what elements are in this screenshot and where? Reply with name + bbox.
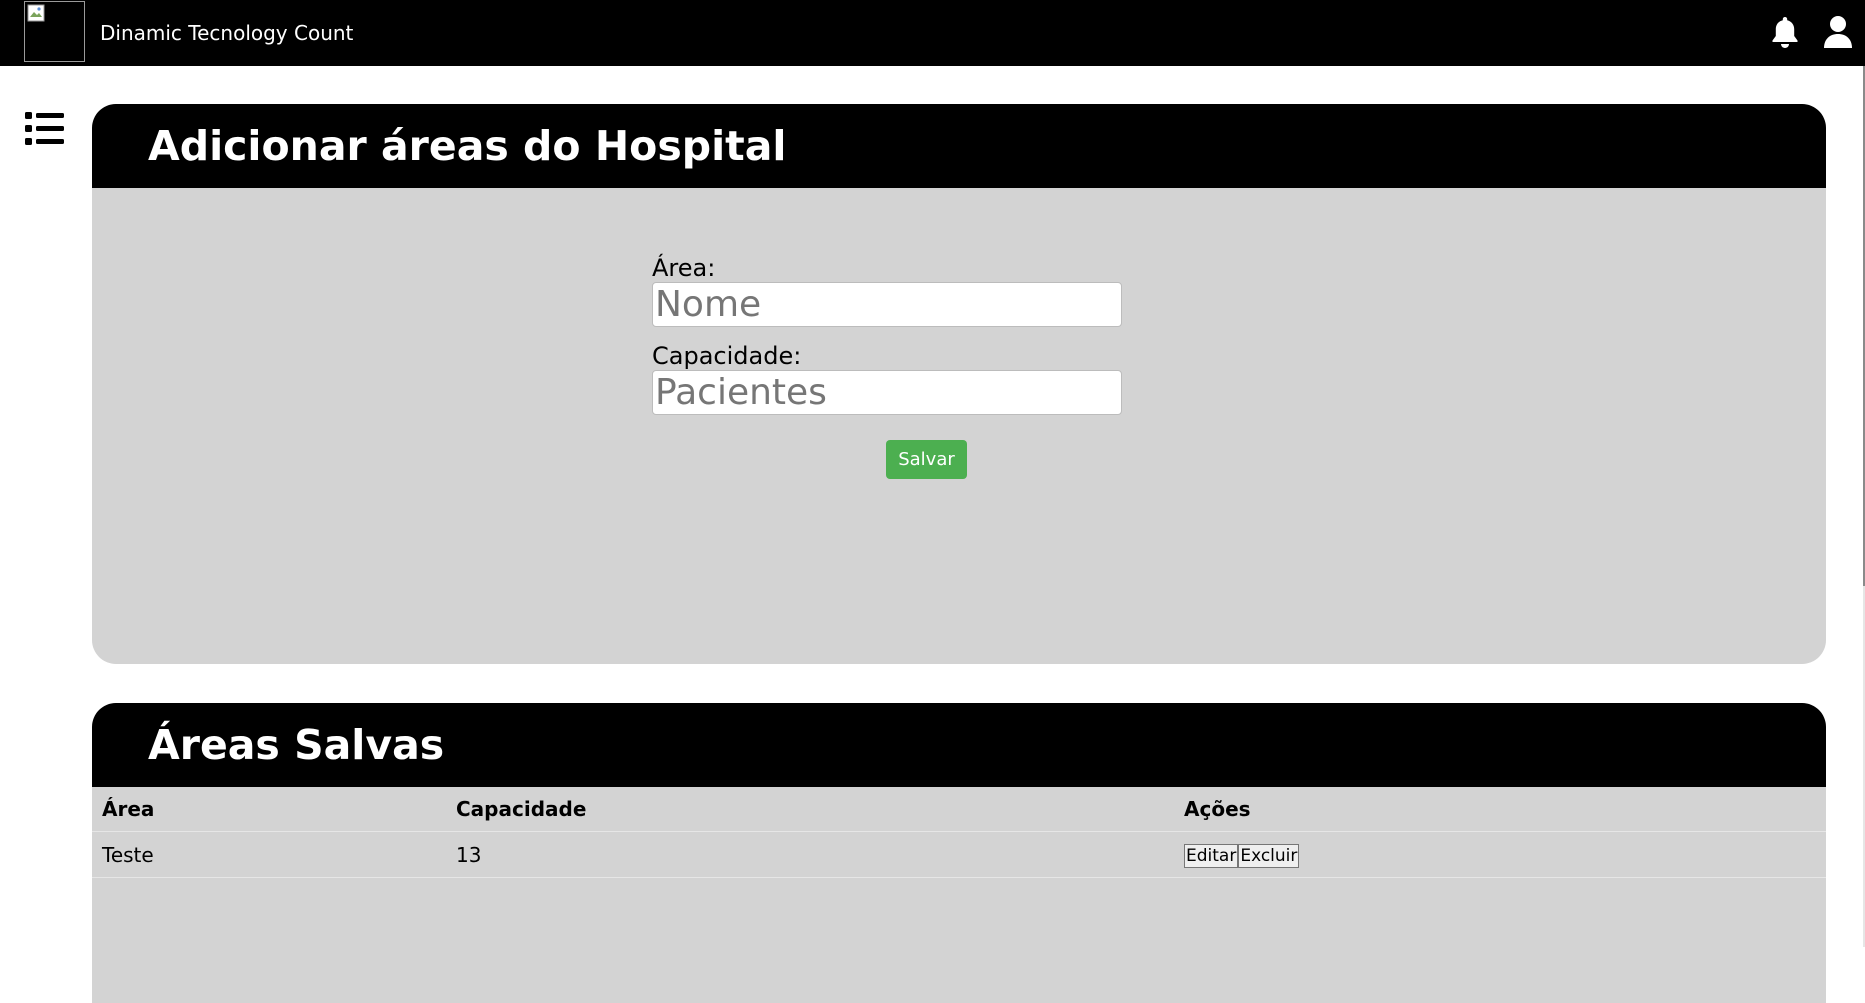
column-header-area: Área: [92, 787, 446, 832]
capacity-label: Capacidade:: [652, 342, 802, 370]
saved-areas-table: Área Capacidade Ações Teste 13 Editar Exc…: [92, 787, 1826, 878]
area-name-input[interactable]: [652, 282, 1122, 327]
saved-areas-title: Áreas Salvas: [148, 721, 445, 769]
add-area-header: Adicionar áreas do Hospital: [92, 104, 1826, 188]
column-header-actions: Ações: [1174, 787, 1826, 832]
edit-button[interactable]: Editar: [1184, 843, 1239, 868]
top-navbar: Dinamic Tecnology Count: [0, 0, 1865, 66]
broken-image-icon: [27, 4, 45, 22]
add-area-card: Adicionar áreas do Hospital Área: Capaci…: [92, 104, 1826, 664]
bell-icon[interactable]: [1770, 15, 1800, 49]
table-header-row: Área Capacidade Ações: [92, 787, 1826, 832]
user-icon[interactable]: [1822, 15, 1854, 49]
saved-areas-header: Áreas Salvas: [92, 703, 1826, 787]
saved-areas-card: Áreas Salvas Área Capacidade Ações Teste…: [92, 703, 1826, 1003]
list-icon[interactable]: [25, 112, 65, 146]
row-actions-cell: Editar Excluir: [1174, 831, 1826, 878]
row-capacity-cell: 13: [446, 831, 1174, 878]
logo-image[interactable]: [24, 1, 85, 62]
save-button[interactable]: Salvar: [886, 440, 967, 479]
delete-button[interactable]: Excluir: [1238, 843, 1300, 868]
table-row: Teste 13 Editar Excluir: [92, 831, 1826, 878]
row-area-cell: Teste: [92, 831, 446, 878]
add-area-title: Adicionar áreas do Hospital: [148, 122, 787, 170]
add-area-form: Área: Capacidade:: [652, 254, 1122, 430]
column-header-capacity: Capacidade: [446, 787, 1174, 832]
area-label: Área:: [652, 254, 716, 282]
app-title: Dinamic Tecnology Count: [100, 21, 354, 45]
capacity-input[interactable]: [652, 370, 1122, 415]
